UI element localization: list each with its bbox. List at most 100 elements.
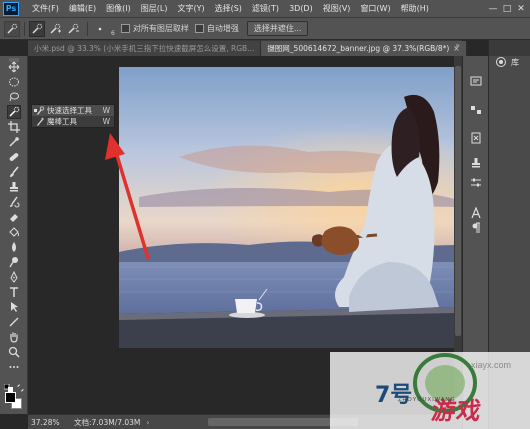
droplet-icon [12, 242, 16, 252]
watermark-brand-number: 7号 [375, 383, 413, 408]
quick-selection-icon [9, 106, 20, 117]
sample-all-layers-checkbox[interactable] [120, 24, 130, 33]
pen-icon [10, 271, 18, 283]
tab-overflow-icon[interactable]: » [455, 41, 460, 50]
lasso-icon [9, 92, 19, 102]
flyout-item-shortcut: W [102, 117, 110, 126]
lasso-tool[interactable] [7, 90, 21, 104]
move-icon [8, 61, 20, 73]
dodge-tool[interactable] [7, 255, 21, 269]
brush-new-icon [32, 23, 43, 34]
minimize-button[interactable]: — [486, 4, 500, 14]
elliptical-marquee-icon [9, 77, 19, 87]
quick-selection-tool[interactable] [7, 105, 21, 119]
vertical-scroll-thumb[interactable] [455, 66, 461, 336]
history-brush-tool[interactable] [7, 195, 21, 209]
type-tool[interactable] [7, 285, 21, 299]
move-tool[interactable] [7, 60, 21, 74]
tools-panel [0, 56, 28, 414]
status-menu-arrow[interactable]: › [146, 418, 149, 427]
foreground-color-swatch[interactable] [5, 392, 16, 403]
clone-stamp-tool[interactable] [7, 180, 21, 194]
line-tool[interactable] [7, 315, 21, 329]
auto-enhance-option[interactable]: 自动增强 [194, 23, 239, 34]
arrow-pointer-icon [11, 302, 18, 312]
marquee-tool[interactable] [7, 75, 21, 89]
brush-subtract-icon [68, 23, 79, 34]
menu-layer[interactable]: 图层(L) [136, 3, 173, 14]
blur-tool[interactable] [7, 240, 21, 254]
menu-type[interactable]: 文字(Y) [172, 3, 209, 14]
history-brush-icon [10, 196, 20, 208]
brush-add-icon [50, 23, 61, 34]
magnifier-icon [8, 346, 20, 358]
default-colors-icon[interactable] [4, 384, 14, 392]
menu-filter[interactable]: 滤镜(T) [247, 3, 284, 14]
clone-source-icon [471, 132, 481, 144]
paint-bucket-tool[interactable] [7, 225, 21, 239]
tab-xiaomi-psd[interactable]: 小米.psd @ 33.3% (小米手机三指下拉快速截屏怎么设置, RGB... [28, 41, 262, 56]
menu-select[interactable]: 选择(S) [210, 3, 247, 14]
tool-flyout-menu: 快速选择工具 W 魔棒工具 W [31, 104, 115, 128]
flyout-item-quick-selection[interactable]: 快速选择工具 W [32, 105, 114, 116]
crop-icon [8, 121, 20, 133]
flyout-item-shortcut: W [102, 106, 110, 115]
zoom-level[interactable]: 37.28% [28, 418, 74, 427]
paint-bucket-icon [9, 227, 19, 237]
eraser-tool[interactable] [7, 210, 21, 224]
annotation-arrow [105, 133, 150, 260]
tab-label: 摄图网_500614672_banner.jpg @ 37.3%(RGB/8*) [267, 44, 450, 53]
properties-panel-button[interactable] [469, 176, 483, 190]
quick-selection-icon [37, 106, 44, 115]
auto-enhance-checkbox[interactable] [194, 24, 204, 33]
crop-tool[interactable] [7, 120, 21, 134]
libraries-panel-button[interactable]: 库 [495, 56, 519, 68]
styles-panel-button[interactable] [469, 131, 483, 145]
path-selection-tool[interactable] [7, 300, 21, 314]
stamp-tool-icon [472, 158, 480, 168]
sample-all-layers-label: 对所有图层取样 [132, 24, 189, 33]
menu-image[interactable]: 图像(I) [101, 3, 136, 14]
close-button[interactable]: ✕ [514, 4, 528, 14]
paragraph-icon [472, 222, 480, 233]
select-and-mask-button[interactable]: 选择并遮住... [246, 21, 309, 36]
pen-tool[interactable] [7, 270, 21, 284]
type-icon [10, 287, 18, 297]
libraries-label: 库 [511, 57, 519, 67]
tool-presets-panel-button[interactable] [469, 156, 483, 170]
brush-picker-button[interactable] [92, 21, 108, 37]
subtract-selection-mode-button[interactable] [65, 21, 81, 37]
brush-presets-icon [471, 106, 481, 114]
brush-tool[interactable] [7, 165, 21, 179]
menu-bar: Ps 文件(F) 编辑(E) 图像(I) 图层(L) 文字(Y) 选择(S) 滤… [0, 0, 530, 18]
new-selection-mode-button[interactable] [29, 20, 45, 37]
more-tools-button[interactable] [7, 360, 21, 374]
history-panel-button[interactable] [469, 74, 483, 88]
menu-3d[interactable]: 3D(D) [284, 4, 318, 13]
eyedropper-icon [9, 137, 19, 147]
menu-window[interactable]: 窗口(W) [355, 3, 395, 14]
tab-banner-jpg[interactable]: 摄图网_500614672_banner.jpg @ 37.3%(RGB/8*)… [261, 41, 467, 56]
paragraph-panel-button[interactable] [469, 221, 483, 235]
maximize-button[interactable]: □ [500, 4, 514, 14]
adjustments-panel-button[interactable] [469, 103, 483, 117]
sliders-icon [471, 178, 481, 187]
hand-tool[interactable] [7, 330, 21, 344]
sample-all-layers-option[interactable]: 对所有图层取样 [120, 23, 189, 34]
options-separator [87, 21, 88, 36]
menu-help[interactable]: 帮助(H) [396, 3, 434, 14]
healing-brush-tool[interactable] [7, 150, 21, 164]
flyout-item-magic-wand[interactable]: 魔棒工具 W [32, 116, 114, 127]
menu-view[interactable]: 视图(V) [318, 3, 356, 14]
banner-photo [119, 67, 455, 348]
eyedropper-tool[interactable] [7, 135, 21, 149]
character-panel-button[interactable] [469, 206, 483, 220]
swap-colors-icon[interactable] [17, 384, 25, 392]
zoom-tool[interactable] [7, 345, 21, 359]
tool-preset-picker[interactable] [4, 20, 20, 37]
auto-enhance-label: 自动增强 [206, 24, 239, 33]
menu-edit[interactable]: 编辑(E) [64, 3, 101, 14]
document-canvas[interactable] [119, 67, 455, 348]
add-selection-mode-button[interactable] [47, 21, 63, 37]
menu-file[interactable]: 文件(F) [27, 3, 64, 14]
